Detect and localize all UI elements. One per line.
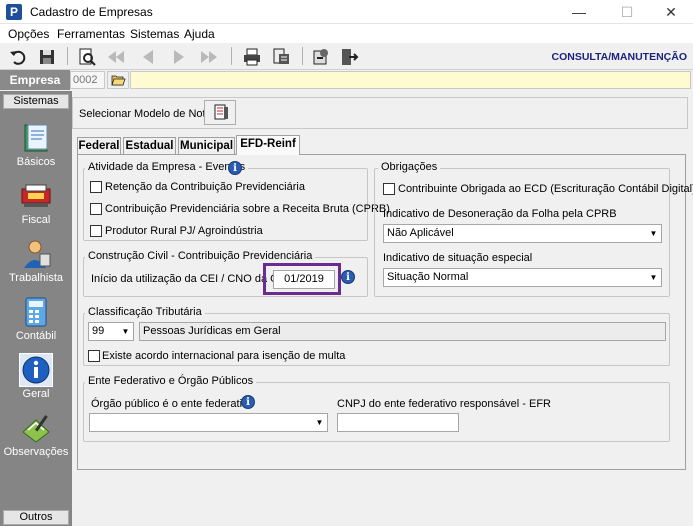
desoneracao-value: Não Aplicável bbox=[387, 227, 454, 239]
undo-icon[interactable] bbox=[8, 47, 28, 67]
menu-opcoes[interactable]: Opções bbox=[8, 27, 49, 41]
acordo-checkbox[interactable] bbox=[88, 350, 100, 362]
sidebar-item-label: Trabalhista bbox=[8, 272, 63, 284]
window-title: Cadastro de Empresas bbox=[30, 5, 153, 19]
chevron-down-icon: ▼ bbox=[649, 229, 658, 238]
empresa-code-field[interactable]: 0002 bbox=[70, 71, 105, 89]
sidebar-item-basicos[interactable]: Básicos bbox=[3, 122, 69, 168]
info-icon bbox=[19, 353, 53, 387]
info-icon[interactable]: i bbox=[341, 270, 355, 284]
toolbar-separator bbox=[231, 47, 232, 65]
retencao-checkbox[interactable] bbox=[90, 181, 102, 193]
situacao-value: Situação Normal bbox=[387, 271, 469, 283]
sidebar-item-label: Básicos bbox=[16, 156, 56, 168]
toolbar-separator bbox=[302, 47, 303, 65]
maximize-button[interactable]: ☐ bbox=[612, 2, 642, 22]
sidebar-item-geral[interactable]: Geral bbox=[3, 353, 69, 400]
toolbar-separator bbox=[67, 47, 68, 65]
produtor-rural-checkbox[interactable] bbox=[90, 225, 102, 237]
chevron-down-icon: ▼ bbox=[649, 273, 658, 282]
sidebar-header[interactable]: Sistemas bbox=[3, 94, 69, 109]
minimize-button[interactable]: — bbox=[564, 2, 594, 22]
first-record-icon[interactable] bbox=[106, 47, 126, 67]
menu-ferramentas[interactable]: Ferramentas bbox=[57, 27, 125, 41]
retencao-label: Retenção da Contribuição Previdenciária bbox=[105, 181, 305, 193]
cprb-label: Contribuição Previdenciária sobre a Rece… bbox=[105, 203, 390, 215]
atividade-title: Atividade da Empresa - Eventos bbox=[85, 161, 249, 173]
classificacao-code: 99 bbox=[92, 325, 105, 337]
classificacao-title: Classificação Tributária bbox=[85, 306, 205, 318]
print-preview-icon[interactable] bbox=[77, 47, 97, 67]
tab-municipal[interactable]: Municipal bbox=[178, 137, 235, 155]
calculator-icon bbox=[25, 297, 47, 327]
cprb-checkbox[interactable] bbox=[90, 203, 102, 215]
ecd-label: Contribuinte Obrigada ao ECD (Escrituraç… bbox=[398, 183, 693, 195]
document-list-icon bbox=[214, 104, 228, 120]
previous-record-icon[interactable] bbox=[138, 47, 158, 67]
modelo-label: Selecionar Modelo de Nota bbox=[79, 108, 212, 120]
situacao-select[interactable]: Situação Normal ▼ bbox=[383, 268, 662, 287]
orgao-label: Órgão público é o ente federativo bbox=[91, 398, 254, 410]
ente-group bbox=[83, 382, 670, 442]
empresa-name-field[interactable] bbox=[130, 71, 691, 89]
next-record-icon[interactable] bbox=[169, 47, 189, 67]
tools-icon[interactable] bbox=[311, 47, 331, 67]
menu-sistemas[interactable]: Sistemas bbox=[130, 27, 179, 41]
classificacao-code-select[interactable]: 99 ▼ bbox=[88, 322, 134, 341]
last-record-icon[interactable] bbox=[199, 47, 219, 67]
fiscal-icon bbox=[21, 184, 51, 207]
save-icon[interactable] bbox=[37, 47, 57, 67]
empresa-label: Empresa bbox=[0, 70, 70, 90]
construcao-title: Construção Civil - Contribuição Previden… bbox=[85, 250, 316, 262]
chevron-down-icon: ▼ bbox=[121, 327, 130, 336]
sidebar-item-label: Contábil bbox=[15, 330, 57, 342]
sidebar-item-label: Geral bbox=[22, 388, 50, 400]
cnpj-efr-label: CNPJ do ente federativo responsável - EF… bbox=[337, 398, 551, 410]
sidebar-item-observacoes[interactable]: Observações bbox=[3, 412, 69, 458]
info-icon[interactable]: i bbox=[228, 161, 242, 175]
notes-icon bbox=[22, 415, 50, 443]
sidebar-item-contabil[interactable]: Contábil bbox=[3, 296, 69, 342]
desoneracao-label: Indicativo de Desoneração da Folha pela … bbox=[383, 208, 617, 220]
menu-ajuda[interactable]: Ajuda bbox=[184, 27, 215, 41]
sidebar-footer[interactable]: Outros bbox=[3, 510, 69, 525]
highlight-frame bbox=[263, 263, 341, 295]
sidebar-item-label: Fiscal bbox=[21, 214, 51, 226]
select-modelo-button[interactable] bbox=[204, 100, 236, 125]
desoneracao-select[interactable]: Não Aplicável ▼ bbox=[383, 224, 662, 243]
produtor-rural-label: Produtor Rural PJ/ Agroindústria bbox=[105, 225, 263, 237]
ente-title: Ente Federativo e Órgão Públicos bbox=[85, 375, 257, 387]
tab-efd-reinf[interactable]: EFD-Reinf bbox=[236, 135, 300, 155]
sidebar-item-fiscal[interactable]: Fiscal bbox=[3, 180, 69, 226]
print-icon[interactable] bbox=[242, 47, 262, 67]
folder-open-icon bbox=[111, 75, 126, 86]
classificacao-description: Pessoas Jurídicas em Geral bbox=[139, 322, 666, 341]
close-button[interactable]: ✕ bbox=[656, 2, 686, 22]
info-icon[interactable]: i bbox=[241, 395, 255, 409]
empresa-browse-button[interactable] bbox=[107, 71, 129, 89]
orgao-select[interactable]: ▼ bbox=[89, 413, 328, 432]
worker-icon bbox=[24, 240, 51, 268]
mode-indicator: CONSULTA/MANUTENÇÃO bbox=[551, 51, 687, 63]
tab-federal[interactable]: Federal bbox=[77, 137, 121, 155]
acordo-label: Existe acordo internacional para isenção… bbox=[102, 350, 346, 362]
export-icon[interactable] bbox=[271, 47, 291, 67]
tab-estadual[interactable]: Estadual bbox=[123, 137, 176, 155]
sidebar-item-label: Observações bbox=[3, 446, 69, 458]
situacao-label: Indicativo de situação especial bbox=[383, 252, 533, 264]
exit-door-icon[interactable] bbox=[339, 47, 359, 67]
chevron-down-icon: ▼ bbox=[315, 418, 324, 427]
cnpj-efr-input[interactable] bbox=[337, 413, 459, 432]
app-logo-icon: P bbox=[6, 4, 22, 20]
obrigacoes-title: Obrigações bbox=[378, 161, 441, 173]
ecd-checkbox[interactable] bbox=[383, 183, 395, 195]
book-icon bbox=[24, 124, 48, 152]
sidebar-item-trabalhista[interactable]: Trabalhista bbox=[3, 238, 69, 284]
